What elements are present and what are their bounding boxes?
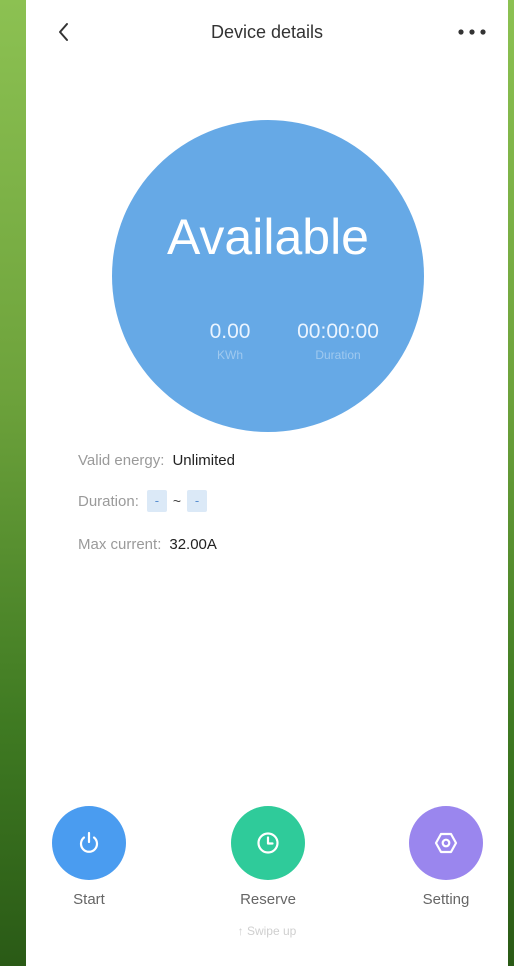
setting-label: Setting (422, 891, 470, 908)
setting-icon-circle (409, 806, 483, 880)
header-bar: Device details (26, 0, 508, 66)
reserve-icon-circle (231, 806, 305, 880)
start-button[interactable]: Start (39, 806, 139, 908)
valid-energy-row: Valid energy: Unlimited (78, 452, 235, 469)
duration-value: 00:00:00 (297, 320, 379, 343)
duration-row-label: Duration: (78, 492, 139, 510)
status-circle: Available 0.00 KWh 00:00:00 Duration (112, 120, 424, 432)
settings-icon (434, 832, 458, 854)
max-current-row: Max current: 32.00A (78, 536, 217, 553)
valid-energy-label: Valid energy: (78, 452, 165, 469)
duration-start-chip[interactable]: - (146, 490, 167, 512)
more-options-button[interactable] (452, 18, 492, 46)
duration-row: Duration: - ~ - (78, 490, 208, 512)
power-icon (79, 831, 99, 853)
setting-button[interactable]: Setting (396, 806, 496, 908)
device-details-screen: Device details Available 0.00 KWh 00:00:… (26, 0, 508, 966)
start-icon-circle (52, 806, 126, 880)
swipe-up-hint[interactable]: ↑ Swipe up (26, 924, 508, 938)
page-title: Device details (210, 22, 324, 42)
energy-unit: KWh (216, 348, 243, 362)
more-dots-icon (458, 29, 486, 35)
charger-status: Available (166, 209, 369, 265)
max-current-value: 32.00A (169, 536, 217, 553)
energy-value: 0.00 (209, 320, 251, 343)
duration-label: Duration (315, 348, 361, 362)
energy-stat: 0.00 KWh (194, 320, 266, 362)
valid-energy-value: Unlimited (172, 452, 235, 469)
duration-separator: ~ (172, 493, 182, 509)
duration-stat: 00:00:00 Duration (278, 320, 398, 362)
duration-end-chip[interactable]: - (187, 490, 208, 512)
reserve-label: Reserve (240, 891, 296, 908)
reserve-button[interactable]: Reserve (218, 806, 318, 908)
start-label: Start (73, 891, 105, 908)
clock-icon (257, 832, 279, 854)
max-current-label: Max current: (78, 536, 162, 553)
